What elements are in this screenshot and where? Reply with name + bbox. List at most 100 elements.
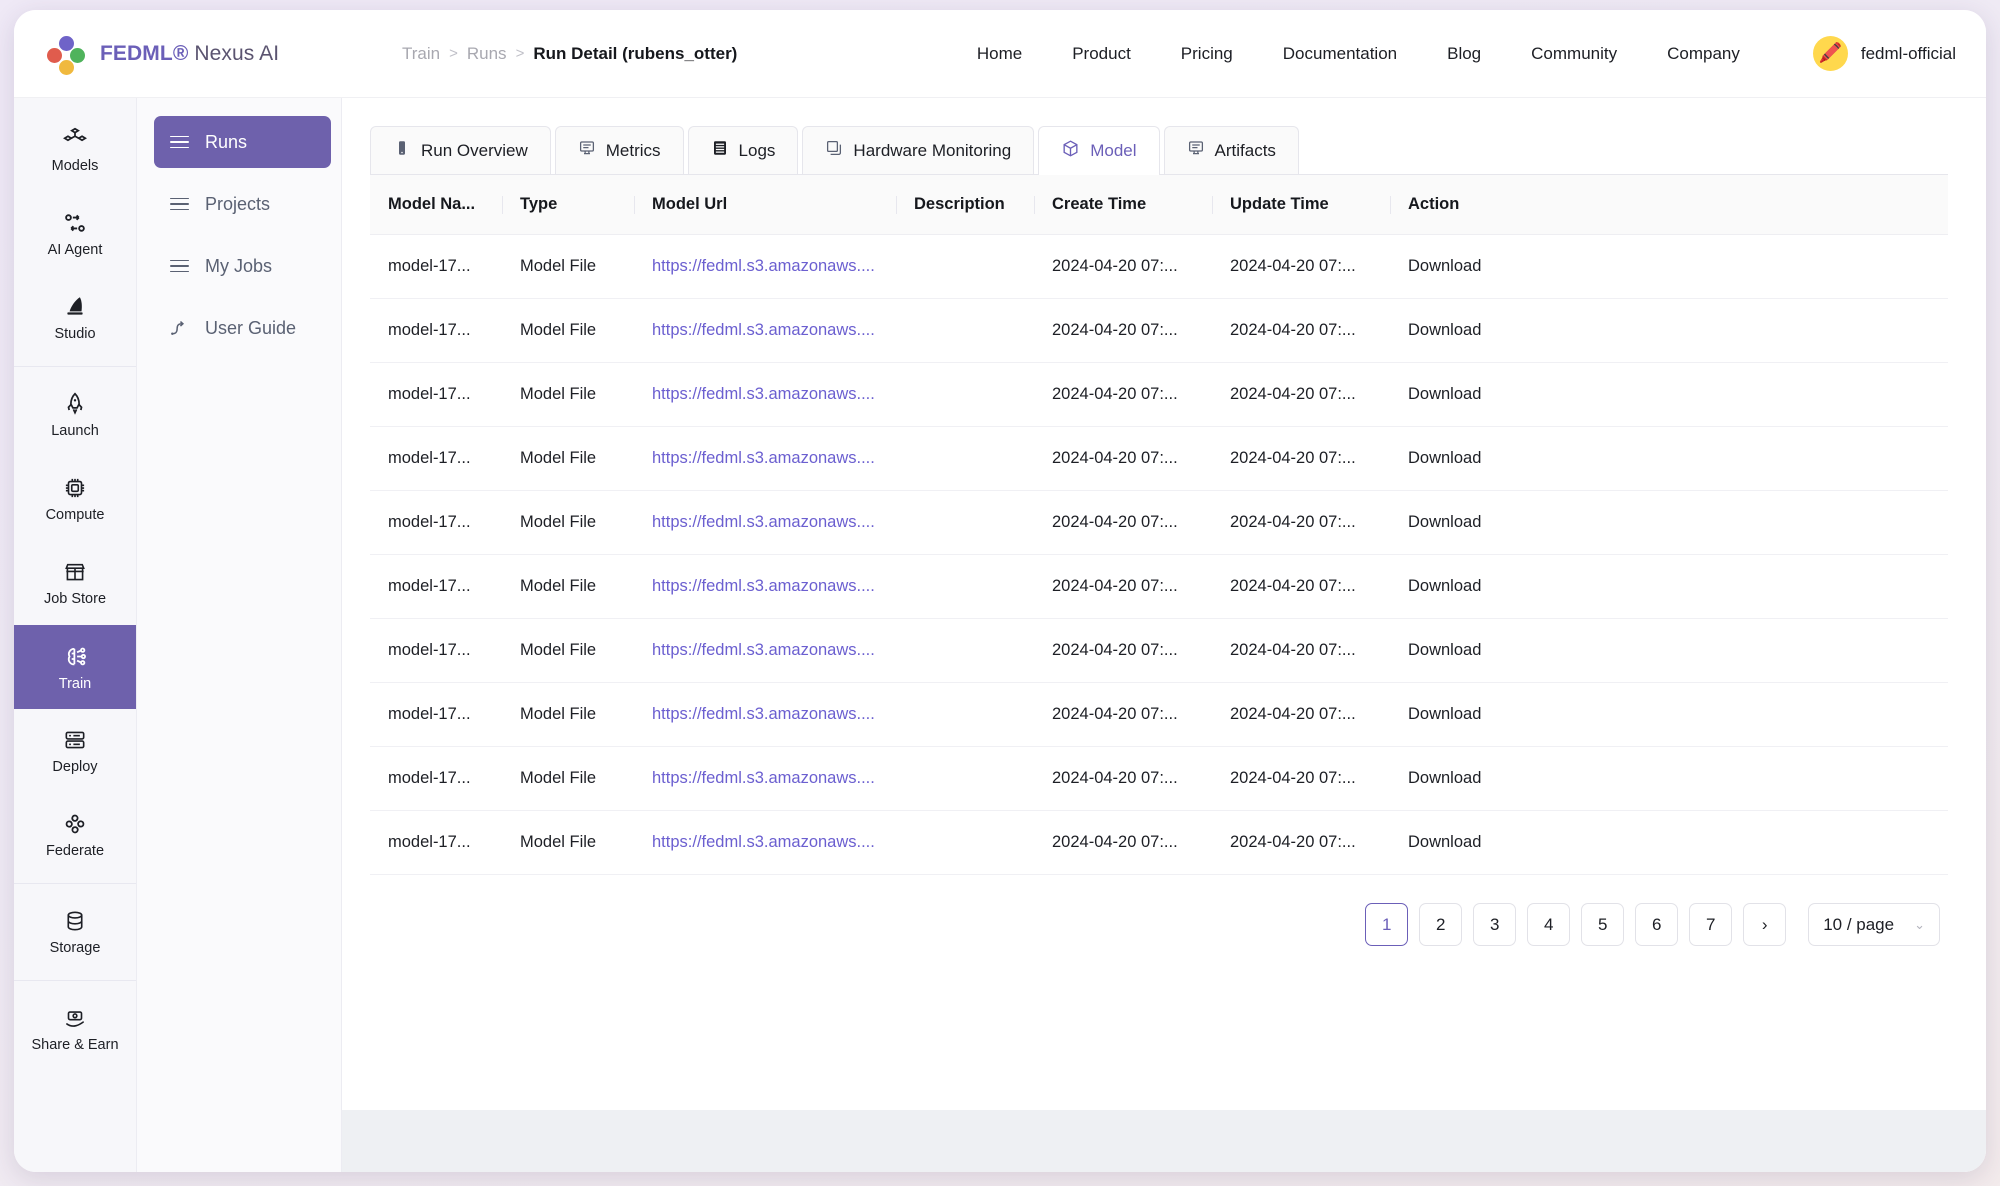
nav-blog[interactable]: Blog xyxy=(1422,36,1506,72)
page-button-3[interactable]: 3 xyxy=(1473,903,1516,946)
sidebar-item-federate[interactable]: Federate xyxy=(14,793,136,877)
page-button-1[interactable]: 1 xyxy=(1365,903,1408,946)
sidebar-item-label: Job Store xyxy=(44,592,106,607)
sidebar-item-models[interactable]: Models xyxy=(14,108,136,192)
ai-agent-icon xyxy=(62,210,88,236)
brand-logo[interactable]: FEDML® Nexus AI xyxy=(14,34,314,74)
download-action-cell[interactable]: Download xyxy=(1390,811,1948,875)
breadcrumb-item-train[interactable]: Train xyxy=(402,44,440,64)
model-name-cell: model-17... xyxy=(370,491,502,555)
model-url-cell[interactable]: https://fedml.s3.amazonaws.... xyxy=(634,683,896,747)
model-url-cell[interactable]: https://fedml.s3.amazonaws.... xyxy=(634,235,896,299)
column-header-description[interactable]: Description xyxy=(896,175,1034,235)
next-page-button[interactable]: › xyxy=(1743,903,1786,946)
create-time-cell: 2024-04-20 07:... xyxy=(1034,747,1212,811)
model-description-cell xyxy=(896,683,1034,747)
model-url-link[interactable]: https://fedml.s3.amazonaws.... xyxy=(652,577,875,595)
page-button-7[interactable]: 7 xyxy=(1689,903,1732,946)
metrics-icon xyxy=(578,139,596,162)
sidebar-item-projects[interactable]: Projects xyxy=(154,178,331,230)
sidebar-item-deploy[interactable]: Deploy xyxy=(14,709,136,793)
sidebar-item-label: Models xyxy=(52,159,99,174)
page-button-5[interactable]: 5 xyxy=(1581,903,1624,946)
update-time-cell: 2024-04-20 07:... xyxy=(1212,491,1390,555)
nav-community[interactable]: Community xyxy=(1506,36,1642,72)
model-url-cell[interactable]: https://fedml.s3.amazonaws.... xyxy=(634,363,896,427)
download-action-cell[interactable]: Download xyxy=(1390,363,1948,427)
download-action-cell[interactable]: Download xyxy=(1390,619,1948,683)
tab-model[interactable]: Model xyxy=(1038,126,1159,174)
nav-documentation[interactable]: Documentation xyxy=(1258,36,1422,72)
sidebar-item-label: Runs xyxy=(205,132,247,153)
download-action-cell[interactable]: Download xyxy=(1390,235,1948,299)
create-time-cell: 2024-04-20 07:... xyxy=(1034,811,1212,875)
breadcrumb-item-runs[interactable]: Runs xyxy=(467,44,507,64)
tab-logs[interactable]: Logs xyxy=(688,126,799,174)
tab-run-overview[interactable]: Run Overview xyxy=(370,126,551,174)
model-name-cell: model-17... xyxy=(370,811,502,875)
nav-company[interactable]: Company xyxy=(1642,36,1765,72)
column-header-model-name[interactable]: Model Na... xyxy=(370,175,502,235)
sidebar-item-ai-agent[interactable]: AI Agent xyxy=(14,192,136,276)
model-url-cell[interactable]: https://fedml.s3.amazonaws.... xyxy=(634,747,896,811)
content-footer xyxy=(342,1110,1986,1172)
tab-label: Hardware Monitoring xyxy=(853,141,1011,161)
tab-hardware-monitoring[interactable]: Hardware Monitoring xyxy=(802,126,1034,174)
download-action-cell[interactable]: Download xyxy=(1390,491,1948,555)
column-header-model-url[interactable]: Model Url xyxy=(634,175,896,235)
model-url-cell[interactable]: https://fedml.s3.amazonaws.... xyxy=(634,299,896,363)
model-url-cell[interactable]: https://fedml.s3.amazonaws.... xyxy=(634,811,896,875)
table-row: model-17...Model Filehttps://fedml.s3.am… xyxy=(370,299,1948,363)
sidebar-item-job-store[interactable]: Job Store xyxy=(14,541,136,625)
sidebar-item-storage[interactable]: Storage xyxy=(14,890,136,974)
server-icon xyxy=(62,727,88,753)
model-url-link[interactable]: https://fedml.s3.amazonaws.... xyxy=(652,385,875,403)
download-action-cell[interactable]: Download xyxy=(1390,555,1948,619)
sidebar-item-share-earn[interactable]: Share & Earn xyxy=(14,987,136,1071)
sidebar-item-studio[interactable]: Studio xyxy=(14,276,136,360)
column-header-type[interactable]: Type xyxy=(502,175,634,235)
model-url-link[interactable]: https://fedml.s3.amazonaws.... xyxy=(652,321,875,339)
nav-pricing[interactable]: Pricing xyxy=(1156,36,1258,72)
model-url-link[interactable]: https://fedml.s3.amazonaws.... xyxy=(652,705,875,723)
page-button-4[interactable]: 4 xyxy=(1527,903,1570,946)
sidebar-item-runs[interactable]: Runs xyxy=(154,116,331,168)
sidebar-item-train[interactable]: Train xyxy=(14,625,136,709)
download-action-cell[interactable]: Download xyxy=(1390,747,1948,811)
model-type-cell: Model File xyxy=(502,619,634,683)
model-url-link[interactable]: https://fedml.s3.amazonaws.... xyxy=(652,449,875,467)
column-header-update-time[interactable]: Update Time xyxy=(1212,175,1390,235)
logs-icon xyxy=(711,139,729,162)
page-button-2[interactable]: 2 xyxy=(1419,903,1462,946)
model-url-link[interactable]: https://fedml.s3.amazonaws.... xyxy=(652,833,875,851)
model-url-cell[interactable]: https://fedml.s3.amazonaws.... xyxy=(634,491,896,555)
brand-name-bold: FEDML® xyxy=(100,42,188,65)
model-url-link[interactable]: https://fedml.s3.amazonaws.... xyxy=(652,513,875,531)
sidebar-item-user-guide[interactable]: User Guide xyxy=(154,302,331,354)
column-header-create-time[interactable]: Create Time xyxy=(1034,175,1212,235)
hamburger-icon xyxy=(170,136,189,149)
model-url-cell[interactable]: https://fedml.s3.amazonaws.... xyxy=(634,555,896,619)
download-action-cell[interactable]: Download xyxy=(1390,683,1948,747)
model-url-link[interactable]: https://fedml.s3.amazonaws.... xyxy=(652,641,875,659)
model-url-cell[interactable]: https://fedml.s3.amazonaws.... xyxy=(634,427,896,491)
model-url-link[interactable]: https://fedml.s3.amazonaws.... xyxy=(652,769,875,787)
sidebar-item-launch[interactable]: Launch xyxy=(14,373,136,457)
account-menu[interactable]: 🖍️ fedml-official xyxy=(1787,36,1986,71)
sidebar-item-my-jobs[interactable]: My Jobs xyxy=(154,240,331,292)
sidebar-item-compute[interactable]: Compute xyxy=(14,457,136,541)
download-action-cell[interactable]: Download xyxy=(1390,427,1948,491)
model-url-cell[interactable]: https://fedml.s3.amazonaws.... xyxy=(634,619,896,683)
column-header-action[interactable]: Action xyxy=(1390,175,1948,235)
tab-artifacts[interactable]: Artifacts xyxy=(1164,126,1299,174)
model-url-link[interactable]: https://fedml.s3.amazonaws.... xyxy=(652,257,875,275)
model-description-cell xyxy=(896,299,1034,363)
model-name-cell: model-17... xyxy=(370,683,502,747)
tab-metrics[interactable]: Metrics xyxy=(555,126,684,174)
nav-home[interactable]: Home xyxy=(952,36,1047,72)
fedml-logo-icon xyxy=(46,34,86,74)
page-size-select[interactable]: 10 / page ⌄ xyxy=(1808,903,1940,946)
page-button-6[interactable]: 6 xyxy=(1635,903,1678,946)
download-action-cell[interactable]: Download xyxy=(1390,299,1948,363)
nav-product[interactable]: Product xyxy=(1047,36,1156,72)
